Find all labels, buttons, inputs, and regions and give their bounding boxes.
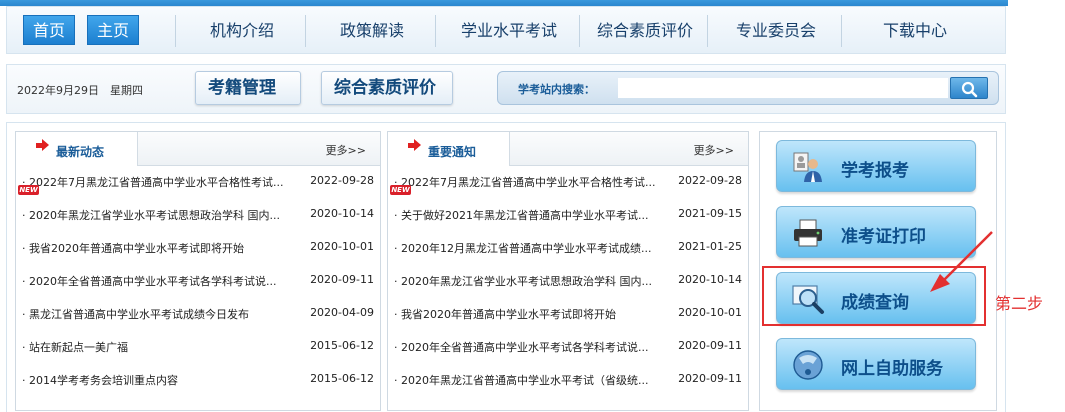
news-item[interactable]: · 2020年全省普通高中学业水平考试各学科考试说... 2020-09-11 (388, 331, 748, 363)
news-title-link[interactable]: · 2020年全省普通高中学业水平考试各学科考试说... (22, 273, 304, 289)
news-title-link[interactable]: · 2020年黑龙江省学业水平考试思想政治学科 国内... (22, 207, 304, 223)
toolbar: 2022年9月29日 星期四 考籍管理 综合素质评价 学考站内搜索： (6, 64, 1006, 114)
nav-divider (305, 15, 306, 47)
news-title-link[interactable]: · 我省2020年普通高中学业水平考试即将开始 (394, 306, 672, 322)
news-date: 2020-09-11 (678, 339, 742, 352)
nav-divider (841, 15, 842, 47)
news-item[interactable]: · 2020年黑龙江省学业水平考试思想政治学科 国内... 2020-10-14 (16, 199, 380, 231)
notices-tab[interactable]: 重要通知 (388, 132, 510, 166)
evaluation-button[interactable]: 综合素质评价 (321, 71, 453, 105)
news-date: 2021-01-25 (678, 240, 742, 253)
new-badge: NEW (18, 185, 39, 195)
search-label: 学考站内搜索： (518, 83, 595, 96)
news-date: 2015-06-12 (310, 372, 374, 385)
news-item[interactable]: · 2014学考考务会培训重点内容 2015-06-12 (16, 364, 380, 396)
news-item[interactable]: · 2020年黑龙江省学业水平考试思想政治学科 国内... 2020-10-14 (388, 265, 748, 297)
news-date: 2020-09-11 (678, 372, 742, 385)
nav-divider (707, 15, 708, 47)
news-title-link[interactable]: · 2020年12月黑龙江省普通高中学业水平考试成绩... (394, 240, 672, 256)
news-date: 2022-09-28 (678, 174, 742, 187)
news-title-link[interactable]: · 2020年黑龙江省学业水平考试思想政治学科 国内... (394, 273, 672, 289)
service-label: 准考证打印 (841, 227, 926, 247)
service-self-help-button[interactable]: 网上自助服务 (776, 338, 976, 390)
news-date: 2020-10-01 (678, 306, 742, 319)
news-date: 2020-10-01 (310, 240, 374, 253)
news-title-link[interactable]: · 2022年7月黑龙江省普通高中学业水平合格性考试... (22, 174, 304, 190)
news-title-link[interactable]: · 关于做好2021年黑龙江省普通高中学业水平考试... (394, 207, 672, 223)
search-input[interactable] (618, 78, 948, 98)
more-link[interactable]: 更多>> (326, 142, 366, 158)
annotation-arrow (930, 231, 993, 292)
records-button[interactable]: 考籍管理 (195, 71, 301, 105)
news-item[interactable]: · 2022年7月黑龙江省普通高中学业水平合格性考试... 2022-09-28 N… (388, 166, 748, 198)
news-date: 2020-10-14 (310, 207, 374, 220)
service-registration-button[interactable]: 学考报考 (776, 140, 976, 192)
news-title-link[interactable]: · 我省2020年普通高中学业水平考试即将开始 (22, 240, 304, 256)
nav-main-button[interactable]: 主页 (87, 15, 140, 45)
news-item[interactable]: · 2020年全省普通高中学业水平考试各学科考试说... 2020-09-11 (16, 265, 380, 297)
search-button[interactable] (950, 77, 988, 99)
news-title-link[interactable]: · 2022年7月黑龙江省普通高中学业水平合格性考试... (394, 174, 672, 190)
news-item[interactable]: · 站在新起点一美广福 2015-06-12 (16, 331, 380, 363)
news-item[interactable]: · 我省2020年普通高中学业水平考试即将开始 2020-10-01 (16, 232, 380, 264)
panel-title: 最新动态 (56, 145, 105, 159)
nav-divider (579, 15, 580, 47)
registration-icon (793, 152, 822, 182)
news-date: 2021-09-15 (678, 207, 742, 220)
nav-item-download[interactable]: 下载中心 (845, 7, 985, 55)
panel-title: 重要通知 (428, 145, 477, 159)
nav-item-committee[interactable]: 专业委员会 (711, 7, 841, 55)
news-item[interactable]: · 黑龙江省普通高中学业水平考试成绩今日发布 2020-04-09 (16, 298, 380, 330)
news-title-link[interactable]: · 2020年黑龙江省普通高中学业水平考试（省级统... (394, 372, 672, 388)
news-item[interactable]: · 2022年7月黑龙江省普通高中学业水平合格性考试... 2022-09-28 N… (16, 166, 380, 198)
service-label: 学考报考 (841, 161, 909, 181)
nav-item-exam[interactable]: 学业水平考试 (439, 7, 579, 55)
news-item[interactable]: · 2020年12月黑龙江省普通高中学业水平考试成绩... 2021-01-25 (388, 232, 748, 264)
news-date: 2020-04-09 (310, 306, 374, 319)
news-title-link[interactable]: · 黑龙江省普通高中学业水平考试成绩今日发布 (22, 306, 304, 322)
nav-divider (435, 15, 436, 47)
news-title-link[interactable]: · 2020年全省普通高中学业水平考试各学科考试说... (394, 339, 672, 355)
search-icon (961, 81, 978, 98)
current-date: 2022年9月29日 星期四 (17, 84, 143, 97)
news-date: 2015-06-12 (310, 339, 374, 352)
news-date: 2022-09-28 (310, 174, 374, 187)
panel-header: 重要通知 更多>> (388, 132, 748, 166)
new-badge: NEW (390, 185, 411, 195)
latest-news-panel: 最新动态 更多>> · 2022年7月黑龙江省普通高中学业水平合格性考试... 2… (15, 131, 381, 411)
nav-item-about[interactable]: 机构介绍 (179, 7, 305, 55)
more-link[interactable]: 更多>> (694, 142, 734, 158)
news-date: 2020-09-11 (310, 273, 374, 286)
news-title-link[interactable]: · 2014学考考务会培训重点内容 (22, 372, 304, 388)
news-item[interactable]: · 关于做好2021年黑龙江省普通高中学业水平考试... 2021-09-15 (388, 199, 748, 231)
help-icon (793, 350, 823, 380)
nav-home-button[interactable]: 首页 (23, 15, 76, 45)
notices-panel: 重要通知 更多>> · 2022年7月黑龙江省普通高中学业水平合格性考试... 2… (387, 131, 749, 411)
news-date: 2020-10-14 (678, 273, 742, 286)
nav-item-evaluation[interactable]: 综合素质评价 (583, 7, 707, 55)
news-item[interactable]: · 2020年黑龙江省普通高中学业水平考试（省级统... 2020-09-11 (388, 364, 748, 396)
nav-item-policy[interactable]: 政策解读 (309, 7, 435, 55)
nav-divider (175, 15, 176, 47)
panel-header: 最新动态 更多>> (16, 132, 380, 166)
search-bar: 学考站内搜索： (497, 71, 999, 105)
main-nav: 首页 主页 机构介绍 政策解读 学业水平考试 综合素质评价 专业委员会 下载中心 (6, 6, 1006, 54)
printer-icon (794, 219, 822, 247)
news-title-link[interactable]: · 站在新起点一美广福 (22, 339, 304, 355)
news-item[interactable]: · 我省2020年普通高中学业水平考试即将开始 2020-10-01 (388, 298, 748, 330)
latest-news-tab[interactable]: 最新动态 (16, 132, 138, 166)
service-label: 网上自助服务 (841, 359, 943, 379)
annotation-step-label: 第二步 (995, 294, 1044, 313)
